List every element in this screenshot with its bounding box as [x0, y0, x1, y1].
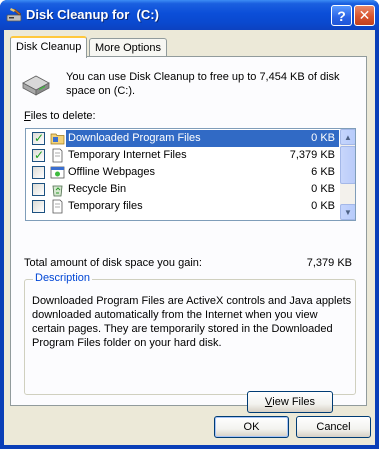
- checkmark-icon: ✓: [34, 148, 45, 162]
- total-gain-value: 7,379 KB: [306, 257, 352, 269]
- help-button[interactable]: ?: [331, 5, 352, 26]
- file-size: 7,379 KB: [289, 149, 335, 161]
- files-list[interactable]: ✓ Downloaded Program Files 0 KB ✓ Tempor…: [25, 128, 356, 221]
- file-name: Offline Webpages: [68, 166, 156, 178]
- scroll-thumb[interactable]: [340, 146, 355, 184]
- recycle-bin-icon: [52, 185, 63, 197]
- document-icon: [52, 148, 63, 163]
- file-size: 0 KB: [311, 183, 335, 195]
- file-size: 0 KB: [311, 132, 335, 144]
- description-title: Description: [33, 272, 93, 284]
- total-gain-label: Total amount of disk space you gain:: [24, 257, 202, 269]
- description-text: Downloaded Program Files are ActiveX con…: [32, 295, 352, 349]
- list-item[interactable]: Temporary files 0 KB: [26, 198, 339, 215]
- list-item[interactable]: Recycle Bin 0 KB: [26, 181, 339, 198]
- disk-cleanup-panel: You can use Disk Cleanup to free up to 7…: [10, 56, 367, 413]
- dialog-client: Disk Cleanup More Options You can use Di…: [4, 30, 375, 445]
- files-to-delete-label: Files to delete:: [24, 110, 96, 122]
- list-item[interactable]: Offline Webpages 6 KB: [26, 164, 339, 181]
- hard-drive-icon: [22, 75, 50, 96]
- file-name: Downloaded Program Files: [68, 132, 201, 144]
- ok-button[interactable]: OK: [214, 416, 289, 438]
- checkmark-icon: ✓: [34, 131, 45, 145]
- document-icon: [52, 199, 63, 214]
- file-checkbox[interactable]: [32, 200, 45, 213]
- view-files-button[interactable]: View Files: [247, 391, 333, 413]
- disk-cleanup-window: Disk Cleanup for (C:) ? ✕ Disk Cleanup M…: [0, 0, 379, 449]
- title-bar[interactable]: Disk Cleanup for (C:) ? ✕: [0, 0, 379, 30]
- list-item[interactable]: ✓ Temporary Internet Files 7,379 KB: [26, 147, 339, 164]
- file-name: Recycle Bin: [68, 183, 127, 195]
- tab-disk-cleanup[interactable]: Disk Cleanup: [10, 36, 88, 58]
- view-files-label: iew Files: [272, 396, 316, 408]
- intro-text: You can use Disk Cleanup to free up to 7…: [66, 71, 340, 97]
- file-checkbox[interactable]: [32, 183, 45, 196]
- folder-icon: [50, 133, 65, 145]
- files-label-accel: F: [24, 110, 31, 122]
- file-checkbox[interactable]: [32, 166, 45, 179]
- file-name: Temporary files: [68, 200, 143, 212]
- vertical-scrollbar[interactable]: ▲ ▼: [340, 129, 355, 220]
- file-checkbox[interactable]: ✓: [32, 148, 45, 162]
- close-button[interactable]: ✕: [354, 5, 375, 26]
- offline-webpage-icon: [50, 166, 65, 179]
- files-label-rest: iles to delete:: [30, 110, 96, 122]
- file-name: Temporary Internet Files: [68, 149, 187, 161]
- cancel-button[interactable]: Cancel: [296, 416, 371, 438]
- file-checkbox[interactable]: ✓: [32, 131, 45, 145]
- file-size: 6 KB: [311, 166, 335, 178]
- disk-cleanup-icon: [6, 8, 22, 22]
- view-files-accel: V: [264, 396, 273, 408]
- file-size: 0 KB: [311, 200, 335, 212]
- description-group: Description Downloaded Program Files are…: [24, 272, 356, 395]
- list-item[interactable]: ✓ Downloaded Program Files 0 KB: [26, 130, 339, 147]
- tab-more-options[interactable]: More Options: [89, 38, 168, 57]
- scroll-up-icon[interactable]: ▲: [340, 129, 355, 145]
- scroll-down-icon[interactable]: ▼: [340, 204, 355, 220]
- window-title: Disk Cleanup for (C:): [26, 7, 159, 22]
